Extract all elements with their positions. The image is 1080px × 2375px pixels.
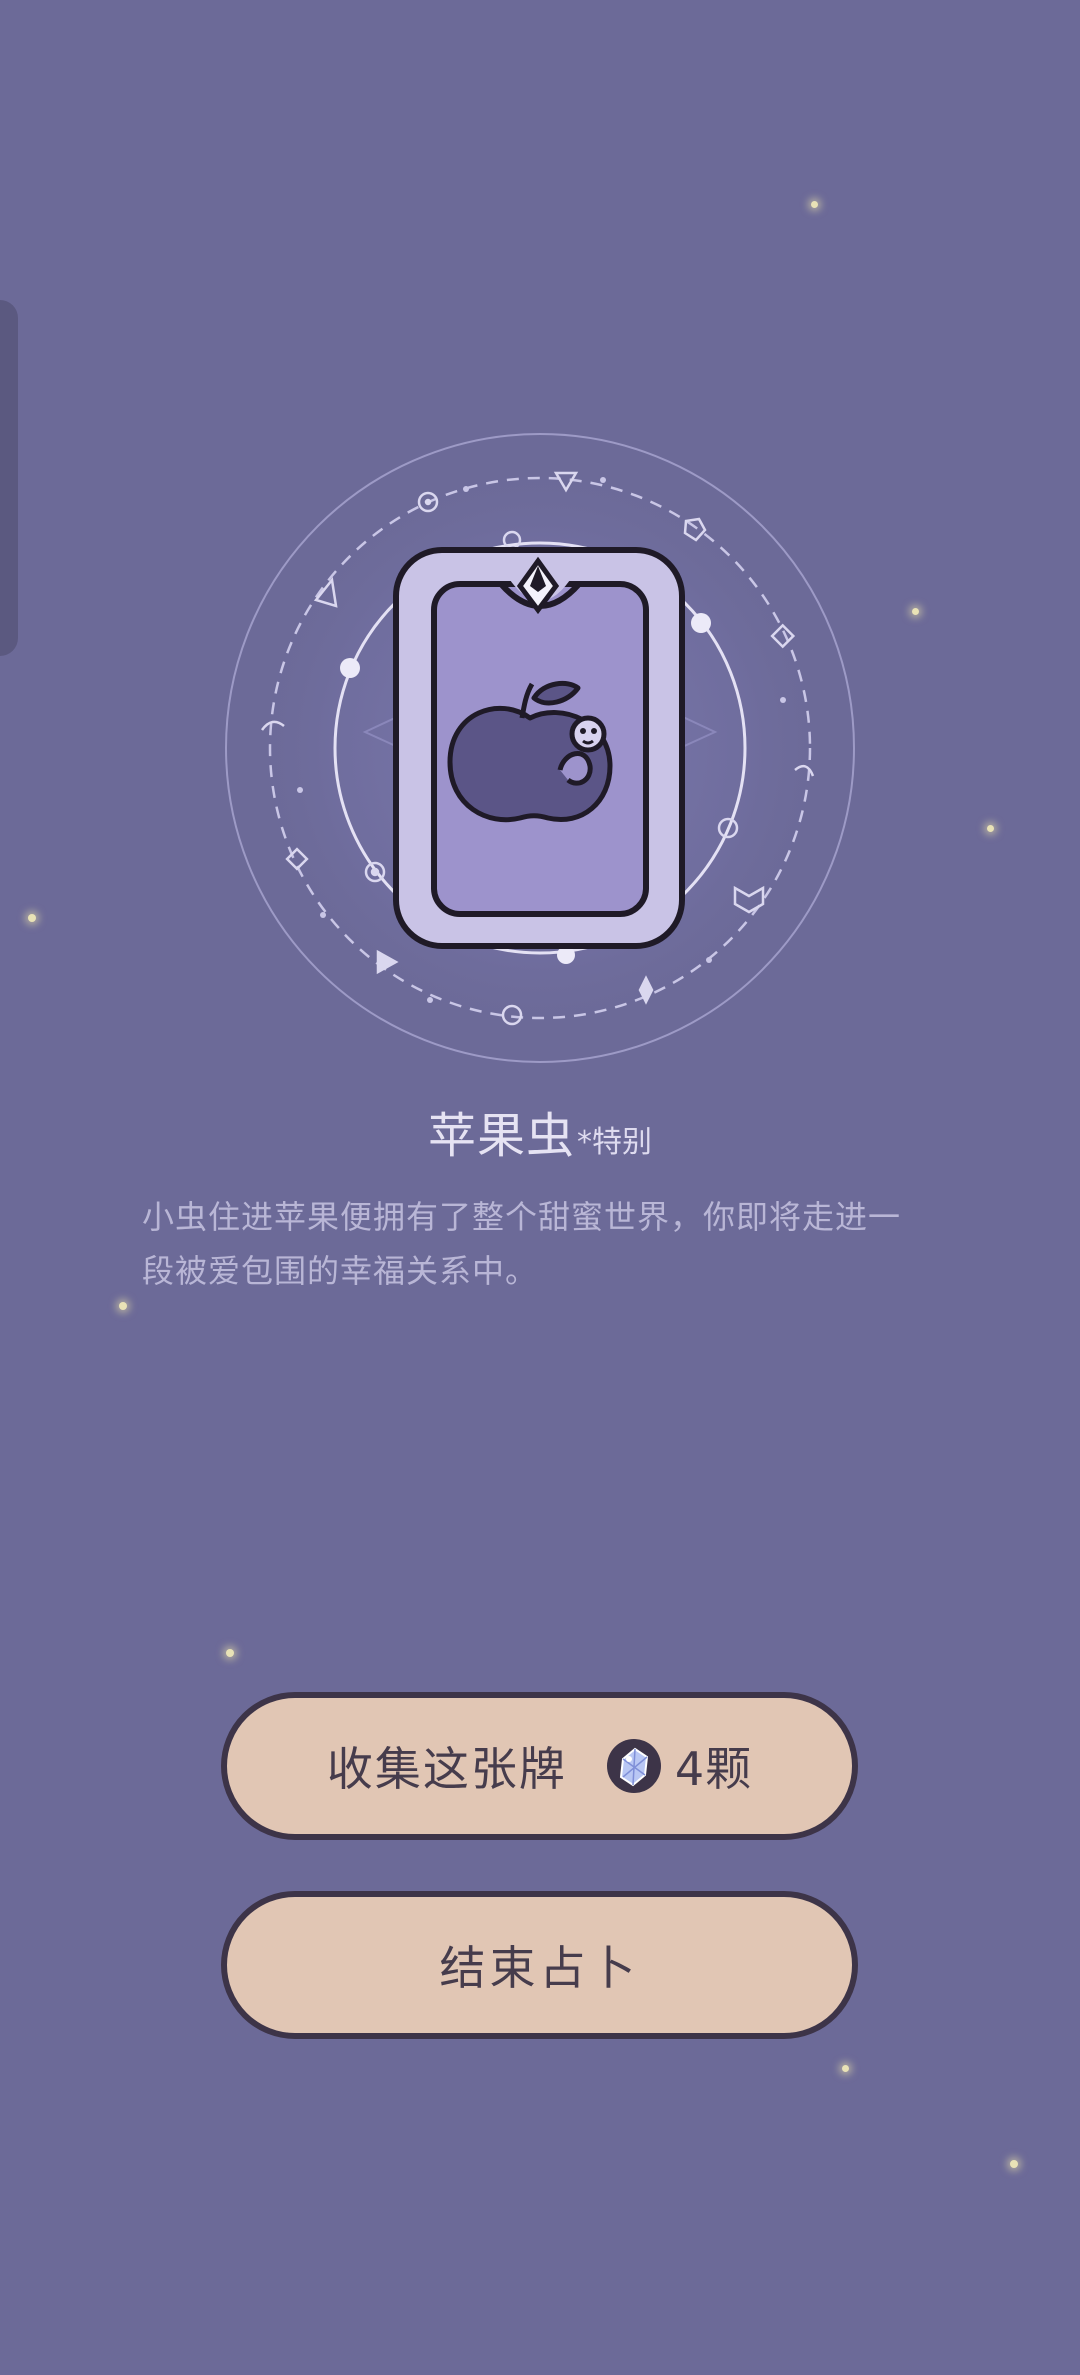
- card-name: 苹果虫: [427, 1108, 575, 1164]
- sparkle: [1010, 2160, 1018, 2168]
- end-reading-button[interactable]: 结束占卜: [221, 1891, 858, 2039]
- sparkle: [842, 2065, 849, 2072]
- card-description: 小虫住进苹果便拥有了整个甜蜜世界，你即将走进一段被爱包围的幸福关系中。: [142, 1198, 902, 1290]
- sparkle: [119, 1302, 127, 1310]
- cost-count: 4颗: [674, 1742, 753, 1796]
- crystal-gem-icon: [606, 1739, 661, 1793]
- sparkle: [226, 1649, 234, 1657]
- tarot-result-screen: 苹果虫*特别 小虫住进苹果便拥有了整个甜蜜世界，你即将走进一段被爱包围的幸福关系…: [0, 0, 1080, 2375]
- tarot-card[interactable]: [0, 0, 1080, 1080]
- end-button-label: 结束占卜: [439, 1941, 640, 1995]
- card-tag: *特别: [577, 1125, 652, 1160]
- collect-card-button[interactable]: 收集这张牌 4颗: [221, 1692, 858, 1840]
- collect-button-label: 收集这张牌: [326, 1742, 567, 1796]
- card-title: 苹果虫*特别: [0, 1096, 1080, 1166]
